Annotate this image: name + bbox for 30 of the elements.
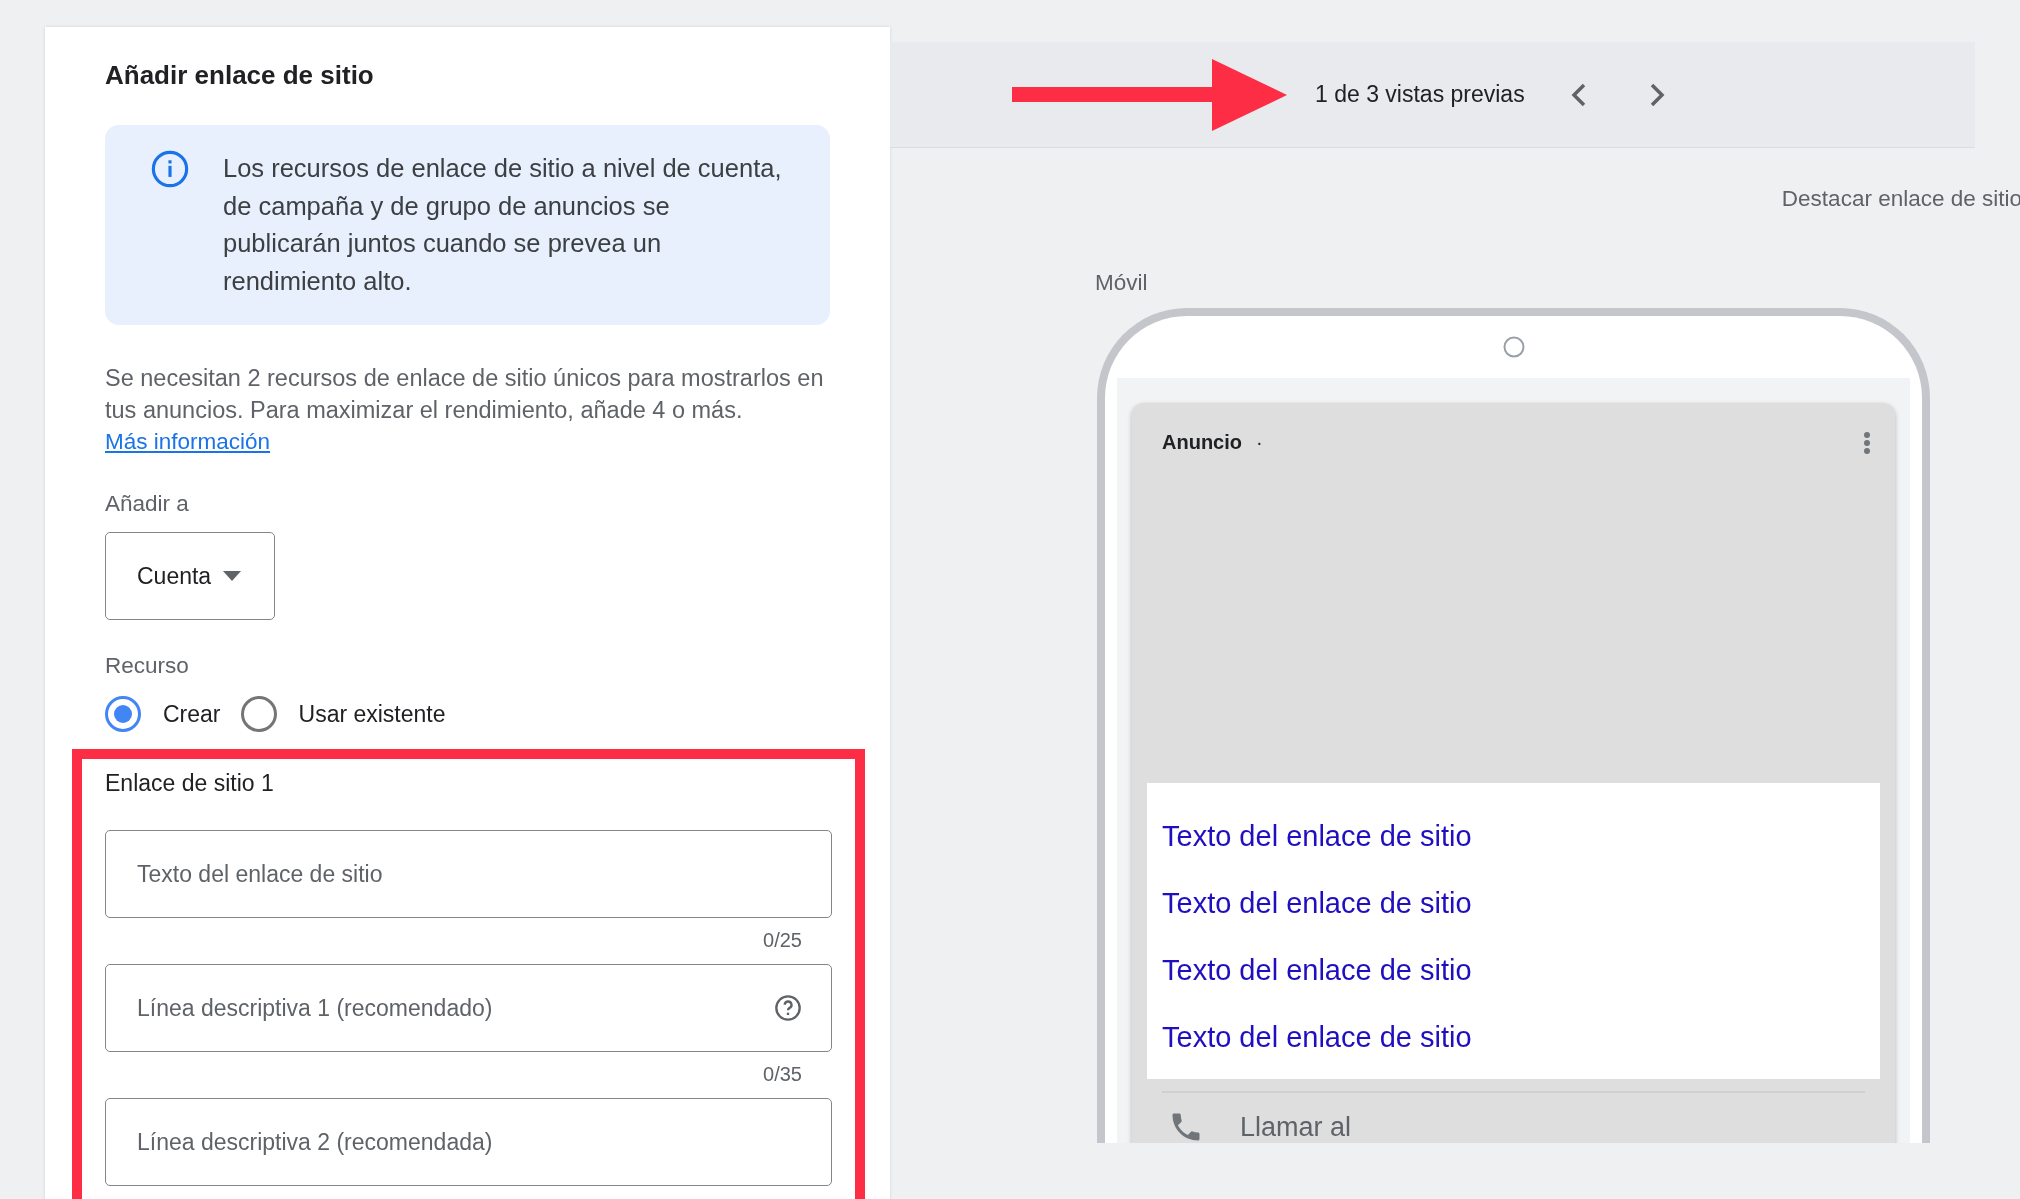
sitelink[interactable]: Texto del enlace de sitio	[1162, 803, 1472, 870]
panel-title: Añadir enlace de sitio	[105, 59, 375, 91]
call-label: Llamar al	[1240, 1111, 1352, 1143]
arrow-icon	[1012, 58, 1287, 131]
sitelink-title: Enlace de sitio 1	[105, 769, 275, 797]
caret-icon	[223, 571, 242, 581]
separator-dot: ·	[1256, 431, 1264, 454]
sitelink[interactable]: Texto del enlace de sitio	[1162, 1004, 1472, 1071]
help-icon[interactable]	[774, 994, 802, 1022]
add-to-label: Añadir a	[105, 490, 190, 518]
ad-label: Anuncio	[1162, 431, 1242, 454]
sitelink[interactable]: Texto del enlace de sitio	[1162, 870, 1472, 937]
more-info-link[interactable]: Más información	[105, 426, 271, 458]
input-field[interactable]: Línea descriptiva 1 (recomendado)	[105, 964, 832, 1052]
info-icon	[151, 150, 189, 188]
requirement-note: Se necesitan 2 recursos de enlace de sitio únicos para mostrarlos en tus anuncios. Para maximizar el rendimiento, añade 4 o más.	[105, 364, 825, 425]
info-text: Los recursos de enlace de sitio a nivel de cuenta, de campaña y de grupo de anuncios se publicarán juntos cuando se prevea un rendimiento alto.	[223, 153, 783, 297]
camera-icon	[1502, 336, 1525, 358]
more-icon[interactable]	[1863, 431, 1871, 455]
radio-option[interactable]: Usar existente	[240, 696, 446, 732]
radio-option[interactable]: Crear	[105, 696, 221, 732]
char-counter: 0/25	[762, 928, 803, 952]
sitelink[interactable]: Texto del enlace de sitio	[1162, 937, 1472, 1004]
input-field[interactable]: Texto del enlace de sitio	[105, 830, 832, 918]
resource-label: Recurso	[105, 652, 190, 680]
preview-counter: 1 de 3 vistas previas	[1315, 81, 1525, 108]
input-field[interactable]: Línea descriptiva 2 (recomendada)	[105, 1098, 832, 1186]
add-to-dropdown[interactable]: Cuenta	[105, 532, 275, 620]
device-label: Móvil	[1095, 270, 1149, 296]
char-counter: 0/35	[762, 1062, 803, 1086]
